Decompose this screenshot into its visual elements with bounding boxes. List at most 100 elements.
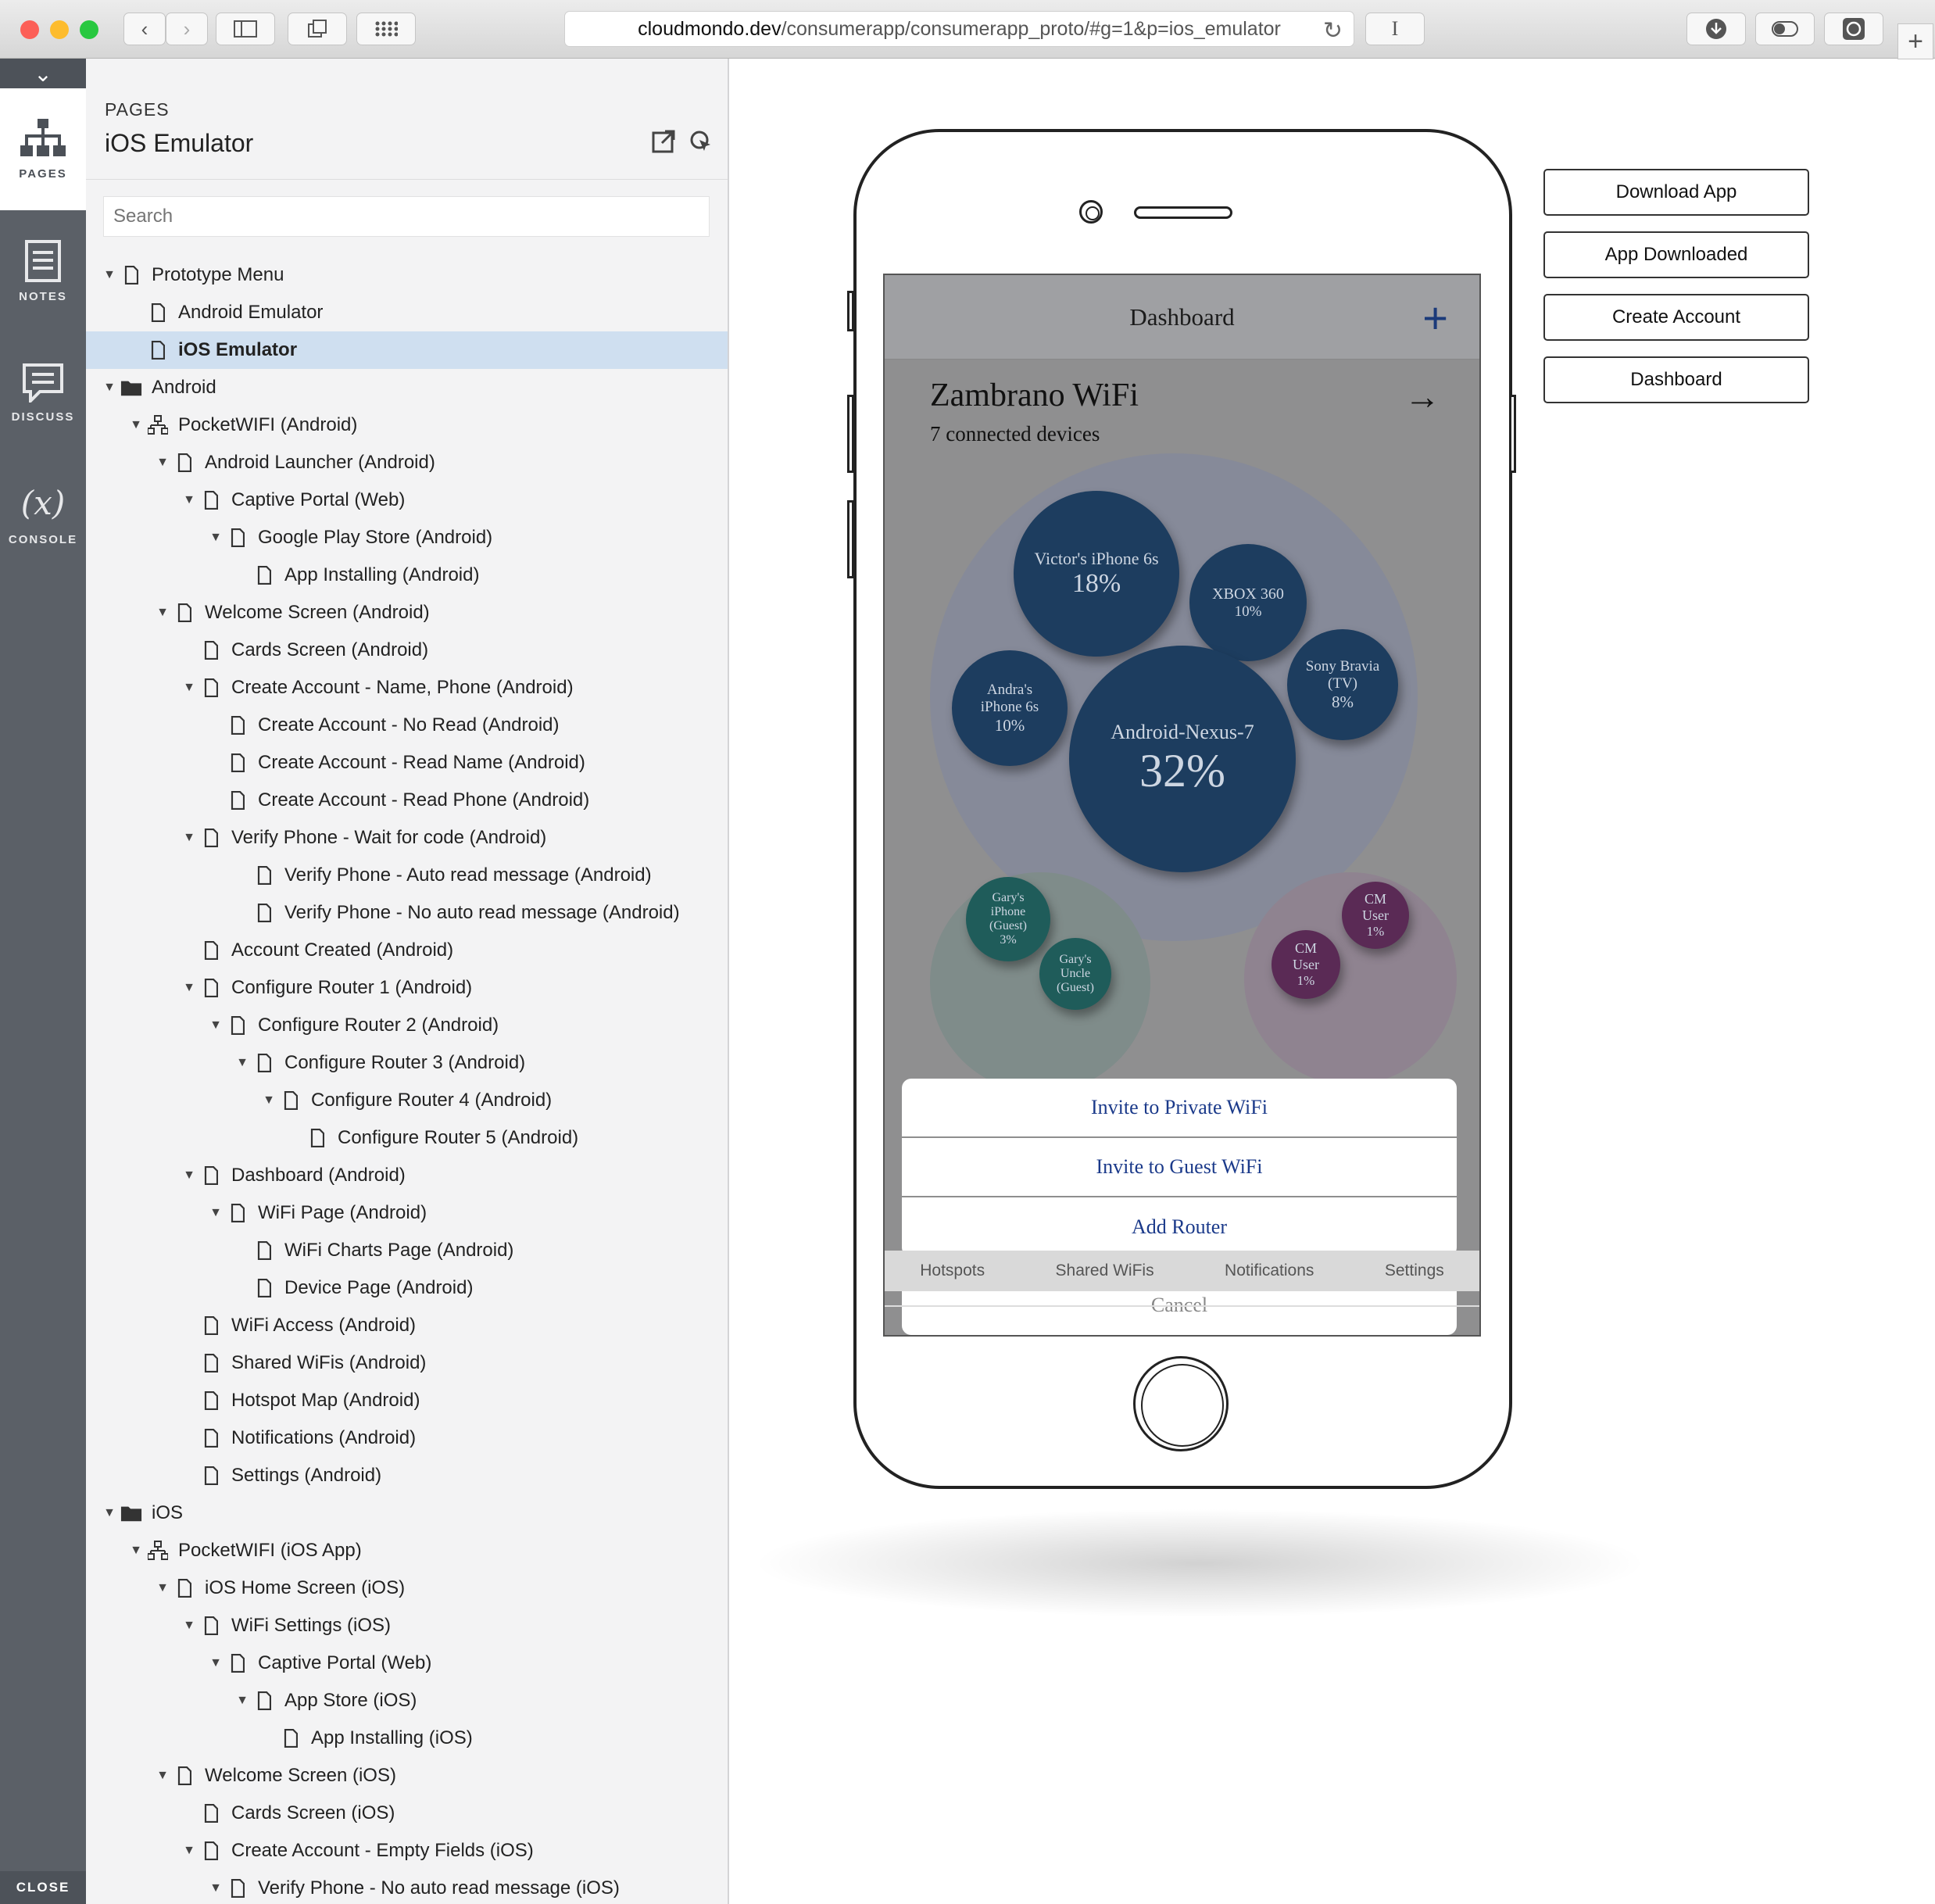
expand-triangle-icon[interactable]: ▼ [258, 1093, 280, 1108]
app-downloaded-button[interactable]: App Downloaded [1543, 231, 1809, 278]
tree-item[interactable]: ▼ Android Launcher (Android) [86, 444, 728, 481]
tree-item[interactable]: ▼ Configure Router 3 (Android) [86, 1044, 728, 1082]
device-bubble[interactable]: Android-Nexus-7 32% [1069, 646, 1296, 872]
tree-item[interactable]: ▼ Android [86, 369, 728, 406]
expand-triangle-icon[interactable]: ▼ [178, 493, 200, 507]
expand-triangle-icon[interactable]: ▼ [125, 1544, 147, 1558]
close-window-button[interactable] [20, 20, 39, 39]
tree-item[interactable]: Settings (Android) [86, 1457, 728, 1494]
toggle-extension-button[interactable] [1755, 13, 1815, 45]
tree-item[interactable]: Configure Router 5 (Android) [86, 1119, 728, 1157]
tree-item[interactable]: Device Page (Android) [86, 1269, 728, 1307]
tree-item[interactable]: ▼ Configure Router 1 (Android) [86, 969, 728, 1007]
tree-item[interactable]: Android Emulator [86, 294, 728, 331]
downloads-button[interactable] [1686, 13, 1746, 45]
expand-triangle-icon[interactable]: ▼ [205, 531, 227, 545]
new-tab-button[interactable]: + [1897, 23, 1933, 59]
tree-item[interactable]: ▼ Configure Router 4 (Android) [86, 1082, 728, 1119]
search-input[interactable] [103, 196, 710, 237]
expand-triangle-icon[interactable]: ▼ [231, 1694, 253, 1708]
tree-item[interactable]: ▼ App Store (iOS) [86, 1682, 728, 1720]
tree-item[interactable]: ▼ PocketWIFI (iOS App) [86, 1532, 728, 1569]
tree-item[interactable]: Account Created (Android) [86, 932, 728, 969]
home-button[interactable] [1133, 1356, 1229, 1451]
sidebar-toggle-button[interactable] [216, 13, 275, 45]
expand-triangle-icon[interactable]: ▼ [98, 1506, 120, 1520]
tree-item[interactable]: Create Account - Read Phone (Android) [86, 782, 728, 819]
tree-item[interactable]: ▼ Google Play Store (Android) [86, 519, 728, 557]
screenshot-extension-button[interactable] [1824, 13, 1883, 45]
add-router-button[interactable]: Add Router [902, 1197, 1457, 1257]
tree-item[interactable]: App Installing (iOS) [86, 1720, 728, 1757]
forward-button[interactable]: › [166, 13, 208, 45]
tree-item[interactable]: ▼ PocketWIFI (Android) [86, 406, 728, 444]
tree-item[interactable]: ▼ Dashboard (Android) [86, 1157, 728, 1194]
device-bubble[interactable]: Victor's iPhone 6s 18% [1014, 491, 1179, 657]
arrow-right-icon[interactable]: → [1404, 375, 1440, 417]
tree-item[interactable]: ▼ Verify Phone - Wait for code (Android) [86, 819, 728, 857]
rail-item-console[interactable]: (x) CONSOLE [0, 454, 86, 576]
tab-hotspots[interactable]: Hotspots [920, 1262, 985, 1280]
tree-item[interactable]: ▼ Captive Portal (Web) [86, 481, 728, 519]
tree-item[interactable]: ▼ iOS Home Screen (iOS) [86, 1569, 728, 1607]
expand-triangle-icon[interactable]: ▼ [178, 1844, 200, 1858]
tree-item[interactable]: ▼ Create Account - Empty Fields (iOS) [86, 1832, 728, 1870]
expand-triangle-icon[interactable]: ▼ [98, 381, 120, 395]
expand-triangle-icon[interactable]: ▼ [178, 681, 200, 695]
tree-item[interactable]: WiFi Charts Page (Android) [86, 1232, 728, 1269]
expand-triangle-icon[interactable]: ▼ [178, 1169, 200, 1183]
expand-triangle-icon[interactable]: ▼ [205, 1881, 227, 1895]
expand-triangle-icon[interactable]: ▼ [152, 1581, 173, 1595]
expand-triangle-icon[interactable]: ▼ [178, 1619, 200, 1633]
tab-shared-wifis[interactable]: Shared WiFis [1056, 1262, 1154, 1280]
open-external-icon[interactable] [651, 129, 676, 154]
tree-item[interactable]: ▼ Prototype Menu [86, 256, 728, 294]
tree-item[interactable]: ▼ Verify Phone - No auto read message (iO… [86, 1870, 728, 1904]
tree-item[interactable]: Verify Phone - Auto read message (Androi… [86, 857, 728, 894]
dashboard-button[interactable]: Dashboard [1543, 356, 1809, 403]
device-bubble[interactable]: Sony Bravia (TV) 8% [1287, 629, 1398, 740]
tree-item[interactable]: Verify Phone - No auto read message (And… [86, 894, 728, 932]
expand-triangle-icon[interactable]: ▼ [205, 1018, 227, 1033]
apps-grid-button[interactable] [356, 13, 416, 45]
tree-item[interactable]: ▼ Welcome Screen (Android) [86, 594, 728, 632]
device-bubble[interactable]: CM User 1% [1272, 930, 1340, 999]
device-bubble[interactable]: XBOX 360 10% [1189, 544, 1307, 661]
tree-item[interactable]: Cards Screen (iOS) [86, 1795, 728, 1832]
rail-item-notes[interactable]: NOTES [0, 210, 86, 332]
tree-item[interactable]: ▼ Configure Router 2 (Android) [86, 1007, 728, 1044]
tree-item[interactable]: ▼ Create Account - Name, Phone (Android) [86, 669, 728, 707]
address-bar[interactable]: cloudmondo.dev/consumerapp/consumerapp_p… [564, 11, 1354, 47]
reader-button[interactable]: I [1365, 13, 1425, 45]
device-bubble[interactable]: CM User 1% [1342, 882, 1409, 949]
device-bubble[interactable]: Gary's Uncle (Guest) [1039, 938, 1111, 1010]
expand-triangle-icon[interactable]: ▼ [178, 831, 200, 845]
collapse-rail-button[interactable]: ⌄ [0, 59, 86, 88]
zoom-window-button[interactable] [80, 20, 98, 39]
tree-item[interactable]: ▼ WiFi Settings (iOS) [86, 1607, 728, 1645]
tree-item[interactable]: iOS Emulator [86, 331, 728, 369]
close-rail-button[interactable]: CLOSE [0, 1871, 86, 1904]
tree-item[interactable]: Notifications (Android) [86, 1419, 728, 1457]
minimize-window-button[interactable] [50, 20, 69, 39]
reload-icon[interactable]: ↻ [1323, 17, 1343, 45]
tree-item[interactable]: Shared WiFis (Android) [86, 1344, 728, 1382]
tree-item[interactable]: Create Account - No Read (Android) [86, 707, 728, 744]
add-icon[interactable]: + [1422, 292, 1448, 343]
download-app-button[interactable]: Download App [1543, 169, 1809, 216]
tree-item[interactable]: ▼ Captive Portal (Web) [86, 1645, 728, 1682]
tree-item[interactable]: ▼ WiFi Page (Android) [86, 1194, 728, 1232]
expand-triangle-icon[interactable]: ▼ [231, 1056, 253, 1070]
create-account-button[interactable]: Create Account [1543, 294, 1809, 341]
invite-private-wifi-button[interactable]: Invite to Private WiFi [902, 1079, 1457, 1138]
expand-triangle-icon[interactable]: ▼ [152, 456, 173, 470]
invite-guest-wifi-button[interactable]: Invite to Guest WiFi [902, 1138, 1457, 1197]
expand-triangle-icon[interactable]: ▼ [205, 1656, 227, 1670]
expand-triangle-icon[interactable]: ▼ [178, 981, 200, 995]
tab-settings[interactable]: Settings [1385, 1262, 1444, 1280]
tree-item[interactable]: WiFi Access (Android) [86, 1307, 728, 1344]
expand-triangle-icon[interactable]: ▼ [152, 606, 173, 620]
rail-item-pages[interactable]: PAGES [0, 88, 86, 210]
expand-triangle-icon[interactable]: ▼ [125, 418, 147, 432]
select-page-icon[interactable] [689, 129, 714, 154]
